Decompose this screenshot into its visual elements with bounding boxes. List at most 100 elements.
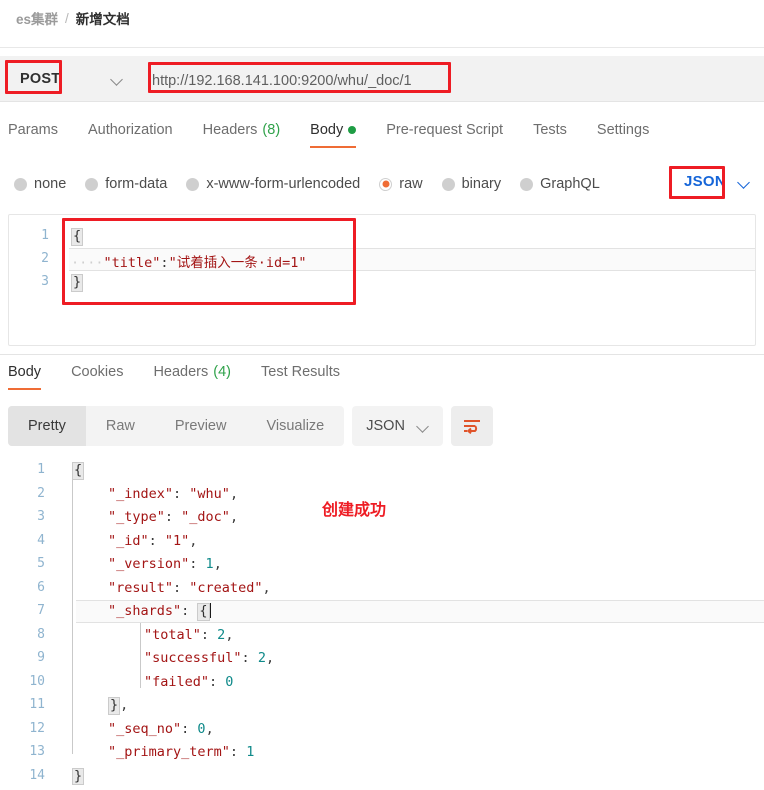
- annotation-success-note: 创建成功: [322, 500, 387, 519]
- line-number: 12: [29, 720, 45, 736]
- code-token: "_type": [108, 509, 165, 525]
- request-tab-tests[interactable]: Tests: [533, 120, 567, 148]
- line-number: 1: [41, 228, 49, 243]
- code-token: "title": [103, 255, 161, 271]
- radio-icon: [186, 177, 200, 191]
- code-token: "1": [164, 532, 190, 549]
- tab-label: Settings: [596, 122, 650, 138]
- tab-label: Pre-request Script: [386, 122, 504, 138]
- request-url-bar: POST http://192.168.141.100:9200/whu/_do…: [0, 56, 764, 102]
- code-line: },: [108, 697, 128, 715]
- code-line: ····"title":"试着插入一条·id=1": [71, 251, 306, 271]
- body-format-label: JSON: [683, 173, 726, 190]
- line-number: 3: [41, 274, 49, 289]
- code-token: :: [241, 650, 258, 666]
- code-token: :: [173, 485, 190, 502]
- body-type-binary[interactable]: binary: [441, 176, 501, 192]
- response-tab-headers[interactable]: Headers (4): [153, 362, 231, 390]
- tab-label: Body: [8, 364, 42, 380]
- response-view-visualize[interactable]: Visualize: [246, 406, 344, 446]
- text-cursor: [209, 603, 212, 618]
- code-token: ····: [71, 255, 104, 271]
- code-token: :: [229, 744, 247, 760]
- line-number: 14: [29, 767, 45, 783]
- request-tab-headers[interactable]: Headers (8): [203, 120, 281, 148]
- code-token: :: [200, 626, 218, 643]
- code-line: "_version": 1,: [108, 556, 222, 572]
- code-token: "_id": [108, 532, 149, 549]
- line-number: 7: [37, 603, 45, 618]
- code-token: "whu": [189, 485, 230, 502]
- code-token: 1: [246, 744, 255, 760]
- code-token: :: [209, 673, 226, 690]
- body-format-selector[interactable]: JSON: [684, 173, 750, 190]
- body-type-form-data[interactable]: form-data: [85, 176, 167, 192]
- bracket-match: {: [71, 228, 84, 246]
- tab-label: Headers: [202, 122, 258, 138]
- breadcrumb-separator: /: [65, 10, 69, 26]
- body-type-x-www-form-urlencoded[interactable]: x-www-form-urlencoded: [186, 176, 360, 192]
- body-type-label: form-data: [105, 176, 168, 192]
- code-line: "_type": "_doc",: [108, 509, 238, 525]
- code-line: }: [72, 767, 85, 785]
- word-wrap-icon: [463, 420, 480, 434]
- code-token: :: [148, 532, 165, 549]
- line-number: 2: [41, 251, 49, 266]
- code-token: "_shards": [108, 603, 182, 619]
- tab-label: Test Results: [261, 364, 340, 380]
- code-token: 0: [225, 673, 234, 690]
- http-method-selector[interactable]: POST: [8, 64, 132, 94]
- request-body-editor[interactable]: 1 {2 ····"title":"试着插入一条·id=1" 3}: [8, 214, 756, 346]
- code-token: 1: [205, 556, 214, 572]
- response-view-preview[interactable]: Preview: [155, 406, 247, 446]
- code-token: 0: [197, 720, 206, 737]
- response-view-pretty[interactable]: Pretty: [8, 406, 86, 446]
- word-wrap-button[interactable]: [450, 406, 493, 446]
- response-view-raw[interactable]: Raw: [86, 406, 155, 446]
- response-format-selector[interactable]: JSON: [352, 406, 443, 446]
- tab-label: Headers: [153, 364, 209, 380]
- tab-label: Tests: [533, 122, 567, 138]
- code-token: ,: [213, 556, 222, 572]
- indent-guide: [72, 470, 73, 754]
- code-token: ,: [229, 509, 239, 525]
- request-tab-authorization[interactable]: Authorization: [88, 120, 173, 148]
- code-token: "successful": [144, 650, 242, 666]
- tab-count-badge: (8): [262, 122, 281, 138]
- code-line: "_shards": {: [108, 603, 212, 621]
- body-type-label: none: [34, 176, 67, 192]
- chevron-down-icon: [111, 73, 123, 85]
- code-line: "result": "created",: [108, 580, 271, 596]
- request-tab-settings[interactable]: Settings: [597, 120, 649, 148]
- body-type-label: GraphQL: [540, 176, 600, 192]
- breadcrumb-request-name[interactable]: 新增文档: [76, 8, 130, 28]
- body-type-raw[interactable]: raw: [379, 176, 423, 192]
- tab-count-badge: (4): [213, 364, 231, 380]
- code-token: ,: [225, 626, 234, 643]
- body-type-graphql[interactable]: GraphQL: [520, 176, 600, 192]
- code-token: 2: [257, 650, 266, 666]
- code-token: "_primary_term": [108, 744, 230, 760]
- response-tab-cookies[interactable]: Cookies: [71, 362, 123, 390]
- line-number: 8: [37, 626, 45, 642]
- request-tab-body[interactable]: Body: [310, 120, 357, 148]
- code-line: "total": 2,: [144, 627, 233, 643]
- response-tab-body[interactable]: Body: [8, 362, 42, 390]
- response-tab-test-results[interactable]: Test Results: [261, 362, 340, 390]
- response-view-switch: Pretty Raw Preview Visualize: [8, 406, 345, 446]
- breadcrumb-collection[interactable]: es集群: [16, 8, 58, 28]
- body-type-none[interactable]: none: [14, 176, 66, 192]
- code-token: "_version": [108, 556, 190, 572]
- request-tab-params[interactable]: Params: [8, 120, 58, 148]
- code-token: ,: [265, 650, 275, 666]
- tab-label: Authorization: [87, 122, 173, 138]
- green-dot-icon: [348, 126, 357, 134]
- code-token: :: [189, 556, 206, 572]
- request-url-input[interactable]: http://192.168.141.100:9200/whu/_doc/1: [152, 68, 444, 93]
- chevron-down-icon: [738, 176, 750, 188]
- code-line: "_index": "whu",: [108, 486, 238, 502]
- radio-icon: [85, 177, 99, 191]
- request-tab-pre-request-script[interactable]: Pre-request Script: [386, 120, 503, 148]
- response-format-label: JSON: [366, 418, 405, 434]
- tab-label: Params: [8, 122, 58, 138]
